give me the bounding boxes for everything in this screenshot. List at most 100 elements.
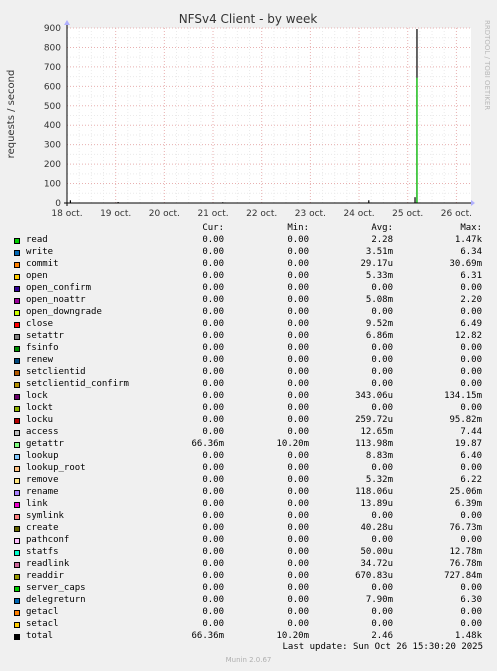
y-tick-label: 600: [44, 82, 61, 92]
legend-series-name: server_caps: [26, 583, 86, 593]
y-tick-label: 200: [44, 160, 61, 170]
legend-series-name: lookup_root: [26, 463, 86, 473]
legend-max-value: 6.34: [460, 247, 482, 257]
legend-min-value: 0.00: [287, 415, 309, 425]
x-tick-label: 26 oct.: [441, 209, 472, 219]
munin-version: Munin 2.0.67: [225, 656, 272, 664]
legend-swatch: [14, 238, 20, 244]
legend-max-value: 12.82: [454, 331, 482, 341]
legend-max-value: 76.78m: [449, 559, 482, 569]
legend-swatch: [14, 514, 20, 520]
legend-row: rename 0.00 0.00 118.06u 25.06m: [0, 487, 497, 499]
legend-min-value: 0.00: [287, 355, 309, 365]
legend-swatch: [14, 406, 20, 412]
legend-cur-value: 0.00: [202, 595, 224, 605]
legend-row: open_confirm 0.00 0.00 0.00 0.00: [0, 283, 497, 295]
legend-series-name: open_noattr: [26, 295, 86, 305]
legend-swatch: [14, 586, 20, 592]
legend-max-value: 6.49: [460, 319, 482, 329]
legend-max-value: 25.06m: [449, 487, 482, 497]
legend-row: write 0.00 0.00 3.51m 6.34: [0, 247, 497, 259]
legend-avg-value: 0.00: [371, 607, 393, 617]
legend-swatch: [14, 478, 20, 484]
legend-avg-value: 5.32m: [365, 475, 393, 485]
legend-cur-value: 0.00: [202, 319, 224, 329]
legend-min-value: 0.00: [287, 379, 309, 389]
legend-max-value: 95.82m: [449, 415, 482, 425]
legend-series-name: setacl: [26, 619, 59, 629]
x-tick-label: 24 oct.: [343, 209, 374, 219]
legend-min-value: 0.00: [287, 463, 309, 473]
legend-min-value: 0.00: [287, 595, 309, 605]
legend-min-value: 0.00: [287, 403, 309, 413]
legend-swatch: [14, 538, 20, 544]
legend-cur-value: 0.00: [202, 367, 224, 377]
legend-row: delegreturn 0.00 0.00 7.90m 6.30: [0, 595, 497, 607]
legend-min-value: 0.00: [287, 271, 309, 281]
legend-series-name: getacl: [26, 607, 59, 617]
legend-cur-value: 0.00: [202, 343, 224, 353]
legend-series-name: rename: [26, 487, 59, 497]
legend-avg-value: 5.33m: [365, 271, 393, 281]
legend-avg-value: 0.00: [371, 307, 393, 317]
legend-max-value: 2.20: [460, 295, 482, 305]
legend-max-value: 6.22: [460, 475, 482, 485]
legend-avg-value: 8.83m: [365, 451, 393, 461]
legend-cur-value: 0.00: [202, 487, 224, 497]
legend-row: setclientid_confirm 0.00 0.00 0.00 0.00: [0, 379, 497, 391]
legend-max-value: 0.00: [460, 535, 482, 545]
legend-min-value: 0.00: [287, 343, 309, 353]
legend-avg-value: 0.00: [371, 619, 393, 629]
legend-max-value: 6.31: [460, 271, 482, 281]
legend-header-max: Max:: [460, 223, 482, 233]
legend-series-name: setclientid_confirm: [26, 379, 129, 389]
legend-min-value: 0.00: [287, 319, 309, 329]
legend-row: setacl 0.00 0.00 0.00 0.00: [0, 619, 497, 631]
legend-series-name: fsinfo: [26, 343, 59, 353]
legend-cur-value: 0.00: [202, 523, 224, 533]
y-tick-label: 800: [44, 43, 61, 53]
legend-max-value: 7.44: [460, 427, 482, 437]
y-tick-label: 500: [44, 102, 61, 112]
legend-avg-value: 40.28u: [360, 523, 393, 533]
legend-series-name: open: [26, 271, 48, 281]
legend-row: lock 0.00 0.00 343.06u 134.15m: [0, 391, 497, 403]
legend-avg-value: 29.17u: [360, 259, 393, 269]
legend-row: fsinfo 0.00 0.00 0.00 0.00: [0, 343, 497, 355]
legend-max-value: 1.48k: [454, 631, 482, 641]
legend-max-value: 6.39m: [454, 499, 482, 509]
legend-avg-value: 2.46: [371, 631, 393, 641]
legend-swatch: [14, 250, 20, 256]
x-tick-label: 25 oct.: [392, 209, 423, 219]
legend-series-name: readdir: [26, 571, 64, 581]
legend-max-value: 0.00: [460, 403, 482, 413]
y-axis-arrow: [64, 20, 70, 25]
legend-row: lookup_root 0.00 0.00 0.00 0.00: [0, 463, 497, 475]
legend-swatch: [14, 394, 20, 400]
legend-cur-value: 0.00: [202, 415, 224, 425]
legend-swatch: [14, 502, 20, 508]
legend-swatch: [14, 622, 20, 628]
x-tick-labels: 18 oct. 19 oct. 20 oct. 21 oct. 22 oct. 23 oc…: [51, 209, 472, 219]
legend-cur-value: 0.00: [202, 247, 224, 257]
legend-min-value: 0.00: [287, 619, 309, 629]
legend-swatch: [14, 322, 20, 328]
legend-cur-value: 0.00: [202, 559, 224, 569]
legend-series-name: locku: [26, 415, 54, 425]
legend-swatch: [14, 466, 20, 472]
legend-max-value: 0.00: [460, 367, 482, 377]
legend-avg-value: 7.90m: [365, 595, 393, 605]
legend-series-name: lookup: [26, 451, 59, 461]
legend-min-value: 0.00: [287, 535, 309, 545]
legend-avg-value: 0.00: [371, 463, 393, 473]
legend-series-name: readlink: [26, 559, 70, 569]
legend-swatch: [14, 262, 20, 268]
series-spike-read-fill: [416, 77, 418, 203]
legend-min-value: 10.20m: [276, 631, 309, 641]
legend-max-value: 6.40: [460, 451, 482, 461]
legend-series-name: delegreturn: [26, 595, 86, 605]
legend-min-value: 10.20m: [276, 439, 309, 449]
legend-row: setattr 0.00 0.00 6.86m 12.82: [0, 331, 497, 343]
legend-max-value: 6.30: [460, 595, 482, 605]
legend-min-value: 0.00: [287, 427, 309, 437]
